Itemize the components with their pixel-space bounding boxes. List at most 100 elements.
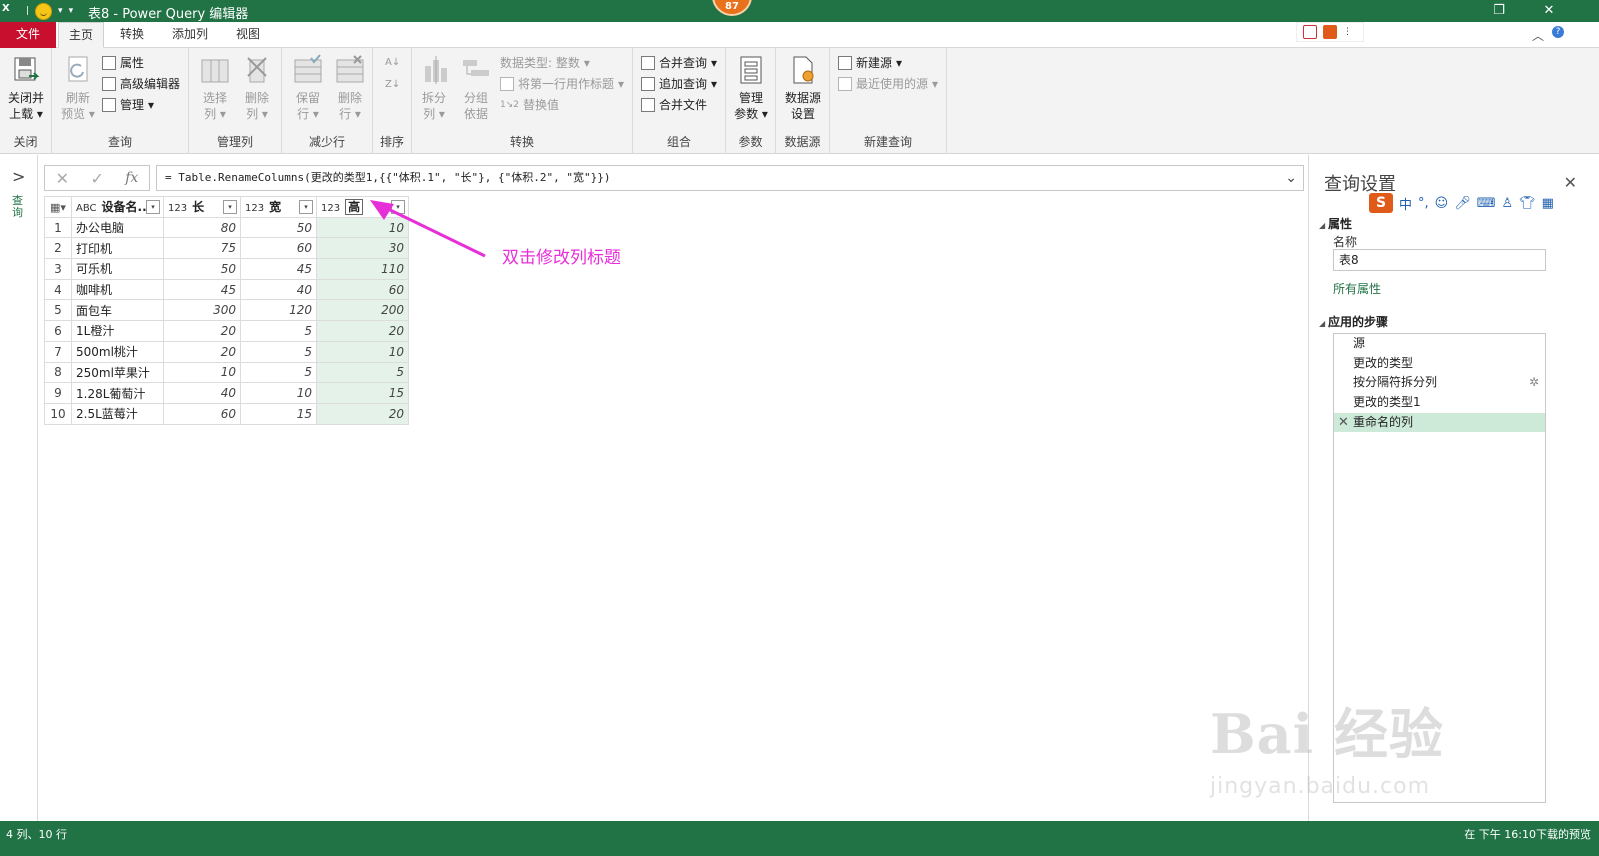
table-menu-icon[interactable]: ▦▾ bbox=[44, 196, 72, 218]
tab-add-column[interactable]: 添加列 bbox=[164, 22, 216, 48]
text-type-icon[interactable]: ABC bbox=[76, 203, 97, 214]
table-cell-device[interactable]: 办公电脑 bbox=[71, 216, 164, 239]
recent-sources-button[interactable]: 最近使用的源 ▾ bbox=[838, 74, 938, 94]
expand-navigator-icon[interactable]: > bbox=[12, 167, 25, 186]
step-split-column[interactable]: 按分隔符拆分列 ✲ bbox=[1334, 373, 1545, 393]
table-cell-number[interactable]: 50 bbox=[240, 216, 317, 239]
properties-section-header[interactable]: 属性 bbox=[1319, 215, 1352, 232]
new-source-button[interactable]: 新建源 ▾ bbox=[838, 53, 902, 73]
notification-badge[interactable]: 87 bbox=[712, 0, 752, 16]
combine-files-button[interactable]: 合并文件 bbox=[641, 95, 707, 115]
emoji-icon[interactable]: ☺ bbox=[1435, 196, 1449, 211]
skin-icon[interactable]: 👕︎ bbox=[1519, 196, 1536, 211]
tab-view[interactable]: 视图 bbox=[228, 22, 268, 48]
function-fx-icon[interactable]: fx bbox=[125, 170, 138, 186]
delete-step-icon[interactable]: ✕ bbox=[1338, 413, 1349, 433]
number-type-icon[interactable]: 123 bbox=[321, 203, 340, 214]
remove-rows-button[interactable]: 删除 行 ▾ bbox=[330, 54, 370, 122]
step-renamed-columns[interactable]: ✕ 重命名的列 bbox=[1334, 412, 1545, 433]
grid-menu-icon[interactable]: ▦ bbox=[1542, 196, 1554, 211]
table-cell-number[interactable]: 20 bbox=[163, 320, 241, 342]
step-changed-type-1[interactable]: 更改的类型1 bbox=[1334, 393, 1545, 413]
applied-steps-header[interactable]: 应用的步骤 bbox=[1319, 313, 1388, 330]
sort-ascending-button[interactable]: A↓ bbox=[385, 53, 400, 73]
table-cell-number[interactable]: 15 bbox=[316, 382, 409, 404]
data-type-dropdown[interactable]: 数据类型: 整数 ▾ bbox=[500, 53, 590, 73]
restore-button[interactable]: ❐ bbox=[1484, 2, 1514, 20]
step-changed-type[interactable]: 更改的类型 bbox=[1334, 354, 1545, 374]
table-cell-number[interactable]: 5 bbox=[240, 320, 317, 342]
smiley-feedback-icon[interactable] bbox=[35, 2, 53, 20]
table-cell-number[interactable]: 75 bbox=[163, 237, 241, 260]
table-cell-number[interactable]: 10 bbox=[163, 361, 241, 384]
replace-values-button[interactable]: 1↘2 替换值 bbox=[500, 95, 559, 115]
filter-dropdown-icon[interactable]: ▾ bbox=[146, 200, 160, 214]
column-header-device[interactable]: ABC 设备名... ▾ bbox=[71, 196, 164, 218]
column-header-length[interactable]: 123 长 ▾ bbox=[163, 196, 241, 218]
table-cell-number[interactable]: 45 bbox=[163, 278, 241, 301]
punctuation-icon[interactable]: °, bbox=[1418, 196, 1429, 211]
close-pane-icon[interactable]: ✕ bbox=[1564, 173, 1577, 192]
table-cell-device[interactable]: 打印机 bbox=[71, 237, 164, 260]
sort-descending-button[interactable]: Z↓ bbox=[385, 75, 400, 95]
query-name-input[interactable]: 表8 bbox=[1333, 249, 1546, 271]
table-cell-number[interactable]: 5 bbox=[240, 340, 317, 363]
table-cell-number[interactable]: 40 bbox=[240, 278, 317, 301]
table-cell-number[interactable]: 45 bbox=[240, 258, 317, 280]
table-cell-device[interactable]: 面包车 bbox=[71, 299, 164, 322]
cancel-formula-icon[interactable]: ✕ bbox=[56, 169, 69, 188]
group-by-button[interactable]: 分组 依据 bbox=[456, 54, 496, 122]
append-queries-button[interactable]: 追加查询 ▾ bbox=[641, 74, 717, 94]
accept-formula-icon[interactable]: ✓ bbox=[90, 169, 103, 188]
choose-columns-button[interactable]: 选择 列 ▾ bbox=[195, 54, 235, 122]
advanced-editor-button[interactable]: 高级编辑器 bbox=[102, 74, 180, 94]
table-cell-number[interactable]: 20 bbox=[163, 340, 241, 363]
manage-button[interactable]: 管理 ▾ bbox=[102, 95, 154, 115]
document-icon[interactable] bbox=[1303, 25, 1317, 39]
column-header-width[interactable]: 123 宽 ▾ bbox=[240, 196, 317, 218]
use-first-row-as-headers-button[interactable]: 将第一行用作标题 ▾ bbox=[500, 74, 624, 94]
table-cell-number[interactable]: 60 bbox=[163, 402, 241, 425]
filter-dropdown-icon[interactable]: ▾ bbox=[299, 200, 313, 214]
more-icon[interactable]: ⋮ bbox=[1343, 27, 1352, 37]
all-properties-link[interactable]: 所有属性 bbox=[1333, 280, 1381, 297]
smiley-dropdown-icon[interactable]: ▾ bbox=[58, 6, 63, 16]
tab-home[interactable]: 主页 bbox=[58, 22, 104, 48]
table-cell-device[interactable]: 500ml桃汁 bbox=[71, 340, 164, 363]
data-source-settings-button[interactable]: 数据源 设置 bbox=[780, 54, 826, 122]
queries-label[interactable]: 查询 bbox=[12, 195, 26, 219]
step-source[interactable]: 源 bbox=[1334, 334, 1545, 354]
remove-columns-button[interactable]: 删除 列 ▾ bbox=[237, 54, 277, 122]
merge-queries-button[interactable]: 合并查询 ▾ bbox=[641, 53, 717, 73]
table-cell-device[interactable]: 1.28L葡萄汁 bbox=[71, 382, 164, 404]
table-cell-device[interactable]: 250ml苹果汁 bbox=[71, 361, 164, 384]
manage-parameters-button[interactable]: 管理 参数 ▾ bbox=[731, 54, 771, 122]
sogou-icon[interactable] bbox=[1323, 25, 1337, 39]
tab-file[interactable]: 文件 bbox=[0, 22, 56, 48]
table-cell-number[interactable]: 20 bbox=[316, 320, 409, 342]
filter-dropdown-icon[interactable]: ▾ bbox=[223, 200, 237, 214]
sogou-ime-icon[interactable]: S bbox=[1369, 193, 1393, 213]
close-and-load-button[interactable]: 关闭并 上载 ▾ bbox=[4, 54, 48, 122]
chinese-mode-icon[interactable]: 中 bbox=[1399, 194, 1412, 213]
table-cell-number[interactable]: 80 bbox=[163, 216, 241, 239]
table-cell-number[interactable]: 60 bbox=[240, 237, 317, 260]
table-cell-number[interactable]: 10 bbox=[240, 382, 317, 404]
refresh-preview-button[interactable]: 刷新 预览 ▾ bbox=[58, 54, 98, 122]
table-cell-number[interactable]: 40 bbox=[163, 382, 241, 404]
expand-formula-icon[interactable]: ⌄ bbox=[1285, 166, 1297, 190]
table-cell-number[interactable]: 60 bbox=[316, 278, 409, 301]
table-cell-number[interactable]: 50 bbox=[163, 258, 241, 280]
number-type-icon[interactable]: 123 bbox=[168, 203, 187, 214]
tab-transform[interactable]: 转换 bbox=[112, 22, 152, 48]
split-column-button[interactable]: 拆分 列 ▾ bbox=[414, 54, 454, 122]
collapse-ribbon-icon[interactable]: ︿ bbox=[1532, 27, 1544, 44]
formula-bar[interactable]: = Table.RenameColumns(更改的类型1,{{"体积.1", "… bbox=[156, 165, 1304, 191]
close-window-button[interactable]: ✕ bbox=[1534, 2, 1564, 20]
user-icon[interactable]: ♙ bbox=[1502, 196, 1514, 211]
table-cell-number[interactable]: 20 bbox=[316, 402, 409, 425]
table-cell-device[interactable]: 2.5L蓝莓汁 bbox=[71, 402, 164, 425]
table-cell-device[interactable]: 可乐机 bbox=[71, 258, 164, 280]
keyboard-icon[interactable]: ⌨ bbox=[1477, 196, 1496, 211]
properties-button[interactable]: 属性 bbox=[102, 53, 144, 73]
